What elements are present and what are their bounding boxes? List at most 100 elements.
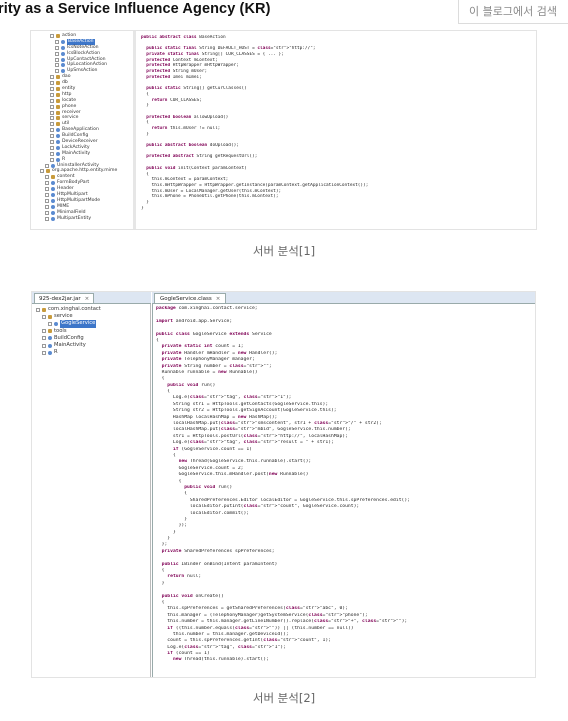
package-icon: [56, 33, 60, 38]
code-line: }: [141, 205, 144, 211]
expand-toggle-icon: [45, 210, 49, 215]
package-icon: [46, 169, 50, 174]
expand-toggle-icon: [45, 216, 49, 221]
class-icon: [61, 45, 65, 50]
tree-item-label: MultipartEntity: [57, 215, 92, 221]
package-tree: com.xinghai.contact service GogleService to…: [32, 304, 151, 677]
tree-item-label: GogleService: [60, 320, 97, 328]
expand-toggle-icon: [42, 336, 46, 341]
editor-tab-strip: GogleService.class ×: [152, 292, 535, 304]
tree-scrollbar: [133, 31, 136, 229]
search-input[interactable]: [459, 0, 568, 23]
code-editor: public abstract class BaseAction public …: [137, 31, 536, 229]
class-icon: [51, 216, 55, 221]
expand-toggle-icon: [50, 134, 54, 139]
class-icon: [51, 187, 55, 192]
package-icon: [42, 307, 46, 312]
tree-item: MainActivity: [32, 342, 150, 349]
expand-toggle-icon: [42, 314, 46, 319]
class-icon: [51, 163, 55, 168]
class-icon: [56, 139, 60, 144]
expand-toggle-icon: [55, 51, 59, 56]
expand-toggle-icon: [42, 350, 46, 355]
jar-tab: 925-dex2jar.jar ×: [34, 293, 95, 303]
expand-toggle-icon: [48, 321, 52, 326]
package-icon: [56, 98, 60, 103]
class-icon: [61, 69, 65, 74]
class-icon: [48, 350, 52, 355]
package-tree: action BaseAction IcsNoteAction IcsBlockAct…: [31, 31, 135, 229]
class-icon: [61, 51, 65, 56]
expand-toggle-icon: [50, 104, 54, 109]
class-icon: [56, 128, 60, 133]
tree-item: GogleService: [32, 320, 150, 328]
expand-toggle-icon: [45, 192, 49, 197]
class-icon: [51, 210, 55, 215]
class-icon: [56, 157, 60, 162]
code-screenshot-2: 925-dex2jar.jar × GogleService.class × com…: [31, 291, 536, 678]
expand-toggle-icon: [50, 81, 54, 86]
close-icon: ×: [215, 296, 221, 302]
tree-item-label: MainActivity: [54, 341, 86, 348]
expand-toggle-icon: [50, 151, 54, 156]
code-line: new Thread(this.runnable).start();: [172, 657, 269, 663]
class-icon: [51, 204, 55, 209]
package-icon: [56, 104, 60, 109]
search-box[interactable]: [458, 0, 568, 24]
expand-toggle-icon: [50, 86, 54, 91]
tree-item: MultipartEntity: [31, 216, 134, 222]
package-icon: [56, 122, 60, 127]
tree-item: R: [32, 349, 150, 356]
expand-toggle-icon: [50, 92, 54, 97]
expand-toggle-icon: [50, 75, 54, 80]
tree-item-label: com.xinghai.contact: [48, 306, 101, 312]
tree-item-label: R: [54, 349, 58, 356]
package-icon: [56, 81, 60, 86]
package-icon: [48, 314, 52, 319]
expand-toggle-icon: [45, 198, 49, 203]
figure-caption-1: 서버 분석[1]: [252, 244, 316, 258]
expand-toggle-icon: [50, 128, 54, 133]
expand-toggle-icon: [45, 181, 49, 186]
tree-item-label: tools: [54, 327, 67, 334]
tree-item-label: service: [54, 313, 73, 320]
editor-tab-label: GogleService.class: [160, 296, 212, 302]
expand-toggle-icon: [50, 110, 54, 115]
class-icon: [61, 39, 65, 44]
class-icon: [51, 181, 55, 186]
package-icon: [56, 116, 60, 121]
package-icon: [56, 92, 60, 97]
expand-toggle-icon: [50, 98, 54, 103]
class-icon: [51, 192, 55, 197]
expand-toggle-icon: [55, 63, 59, 68]
expand-toggle-icon: [55, 39, 59, 44]
blog-title[interactable]: rity as a Service Influence Agency (KR): [0, 1, 271, 17]
close-icon: ×: [84, 296, 90, 302]
expand-toggle-icon: [40, 169, 44, 174]
expand-toggle-icon: [50, 122, 54, 127]
class-icon: [54, 321, 58, 326]
class-icon: [56, 145, 60, 150]
tree-item: BuildConfig: [32, 335, 150, 342]
jar-tab-label: 925-dex2jar.jar: [39, 296, 81, 302]
expand-toggle-icon: [50, 157, 54, 162]
tree-item: tools: [32, 328, 150, 335]
expand-toggle-icon: [45, 204, 49, 209]
class-icon: [61, 63, 65, 68]
tree-item: com.xinghai.contact: [32, 306, 150, 313]
expand-toggle-icon: [50, 139, 54, 144]
expand-toggle-icon: [42, 343, 46, 348]
expand-toggle-icon: [36, 307, 40, 312]
expand-toggle-icon: [50, 145, 54, 150]
class-icon: [56, 151, 60, 156]
figure-caption-2: 서버 분석[2]: [252, 691, 316, 705]
tree-item: service: [32, 313, 150, 320]
package-icon: [56, 86, 60, 91]
expand-toggle-icon: [45, 163, 49, 168]
expand-toggle-icon: [50, 33, 54, 38]
class-icon: [61, 57, 65, 62]
package-icon: [48, 329, 52, 334]
editor-tab: GogleService.class ×: [154, 293, 227, 303]
package-icon: [56, 75, 60, 80]
tree-item-label: MainActivity: [62, 150, 91, 156]
